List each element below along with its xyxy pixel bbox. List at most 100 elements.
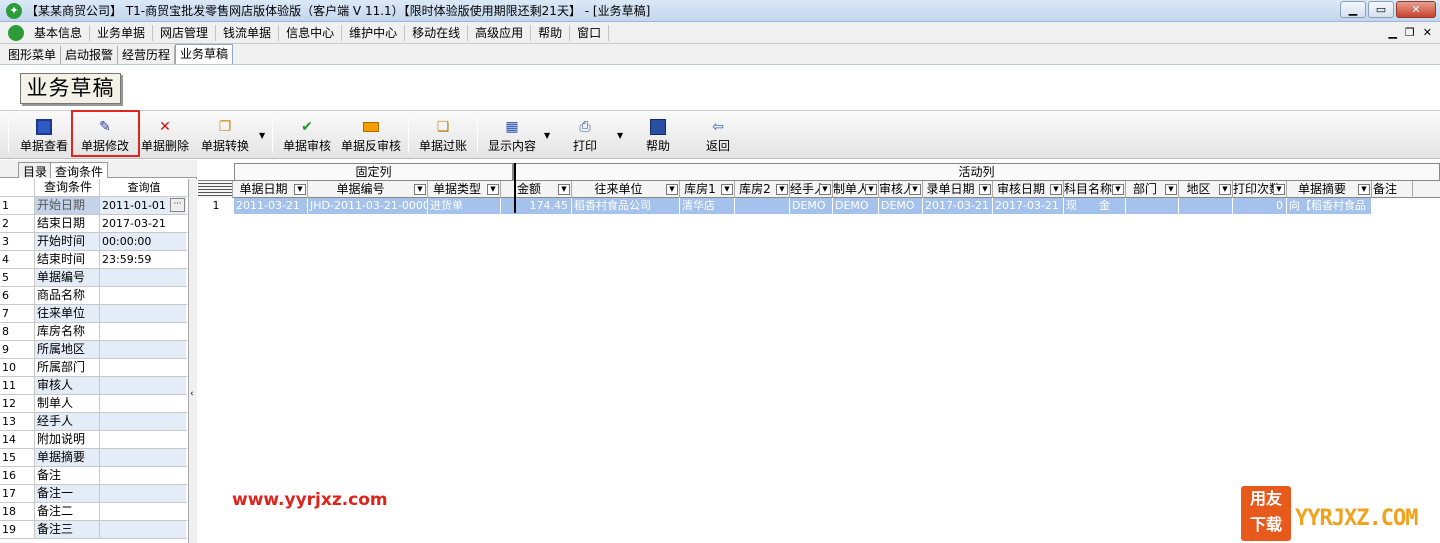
query-value[interactable] (100, 449, 186, 466)
query-row[interactable]: 2 结束日期 2017-03-21 (0, 215, 187, 233)
column-header[interactable]: 部门 ▼ (1126, 181, 1179, 198)
column-filter-icon[interactable]: ▼ (1050, 184, 1062, 195)
query-value[interactable] (100, 467, 186, 484)
maximize-button[interactable]: ▭ (1368, 1, 1394, 18)
column-filter-icon[interactable]: ▼ (1358, 184, 1370, 195)
column-filter-icon[interactable]: ▼ (1273, 184, 1285, 195)
unaudit-doc-button[interactable]: 单据反审核 (339, 115, 403, 157)
query-value[interactable] (100, 377, 186, 394)
table-cell[interactable] (1126, 198, 1179, 214)
query-row[interactable]: 17 备注一 (0, 485, 187, 503)
column-filter-icon[interactable]: ▼ (294, 184, 306, 195)
query-row[interactable]: 6 商品名称 (0, 287, 187, 305)
table-cell[interactable]: 进货单 (428, 198, 501, 214)
table-cell[interactable]: DEMO (879, 198, 923, 214)
menu-advanced[interactable]: 高级应用 (468, 24, 532, 41)
column-filter-icon[interactable]: ▼ (414, 184, 426, 195)
query-value[interactable] (100, 287, 186, 304)
column-header[interactable]: 科目名称 ▼ (1064, 181, 1126, 198)
query-value[interactable] (100, 305, 186, 322)
query-row[interactable]: 18 备注二 (0, 503, 187, 521)
column-filter-icon[interactable]: ▼ (1219, 184, 1231, 195)
collapse-arrow-icon[interactable]: ‹ (190, 389, 194, 399)
query-row[interactable]: 5 单据编号 (0, 269, 187, 287)
table-cell[interactable]: 2017-03-21 (923, 198, 993, 214)
column-header[interactable]: 备注 (1372, 181, 1413, 198)
query-value[interactable]: 00:00:00 (100, 233, 186, 250)
query-row[interactable]: 9 所属地区 (0, 341, 187, 359)
query-value[interactable] (100, 341, 186, 358)
column-filter-icon[interactable]: ▼ (979, 184, 991, 195)
tab-graphic-menu[interactable]: 图形菜单 (4, 46, 62, 64)
ellipsis-button[interactable]: ··· (170, 198, 185, 212)
menu-basic-info[interactable]: 基本信息 (27, 24, 91, 41)
query-value[interactable] (100, 521, 186, 538)
table-cell[interactable]: 0 (1233, 198, 1287, 214)
column-filter-icon[interactable]: ▼ (909, 184, 921, 195)
query-value[interactable]: 23:59:59 (100, 251, 186, 268)
column-header[interactable]: 金额 ▼ (501, 181, 572, 198)
query-row[interactable]: 7 往来单位 (0, 305, 187, 323)
convert-doc-button[interactable]: ❐ 单据转换 (196, 115, 254, 157)
close-button[interactable]: ✕ (1396, 1, 1436, 18)
table-cell[interactable]: JHD-2011-03-21-00001 (308, 198, 428, 214)
tab-query-conditions[interactable]: 查询条件 (50, 162, 109, 179)
column-header[interactable]: 库房2 ▼ (735, 181, 790, 198)
query-row[interactable]: 13 经手人 (0, 413, 187, 431)
query-value[interactable] (100, 485, 186, 502)
menu-window[interactable]: 窗口 (570, 24, 610, 41)
display-content-button[interactable]: ▦ 显示内容 (483, 115, 541, 157)
column-filter-icon[interactable]: ▼ (721, 184, 733, 195)
display-dropdown-icon[interactable]: ▼ (544, 131, 550, 140)
table-cell[interactable] (1179, 198, 1233, 214)
table-cell[interactable]: DEMO (833, 198, 879, 214)
column-header[interactable]: 单据摘要 ▼ (1287, 181, 1372, 198)
column-header[interactable]: 打印次数 ▼ (1233, 181, 1287, 198)
column-filter-icon[interactable]: ▼ (487, 184, 499, 195)
column-header[interactable]: 地区 ▼ (1179, 181, 1233, 198)
query-row[interactable]: 15 单据摘要 (0, 449, 187, 467)
table-cell[interactable]: 174.45 (501, 198, 572, 214)
query-value[interactable] (100, 359, 186, 376)
back-button[interactable]: ⇦ 返回 (700, 115, 736, 157)
menu-help[interactable]: 帮助 (531, 24, 571, 41)
tab-history[interactable]: 经营历程 (118, 46, 176, 64)
menu-online-store[interactable]: 网店管理 (153, 24, 217, 41)
menu-info-center[interactable]: 信息中心 (279, 24, 343, 41)
mdi-minimize-button[interactable]: ▁ (1388, 26, 1396, 39)
query-row[interactable]: 1 开始日期 2011-01-01 ··· (0, 197, 187, 215)
column-header[interactable]: 库房1 ▼ (680, 181, 735, 198)
query-row[interactable]: 4 结束时间 23:59:59 (0, 251, 187, 269)
convert-dropdown-icon[interactable]: ▼ (259, 131, 265, 140)
query-row[interactable]: 16 备注 (0, 467, 187, 485)
column-filter-icon[interactable]: ▼ (666, 184, 678, 195)
query-row[interactable]: 14 附加说明 (0, 431, 187, 449)
print-dropdown-icon[interactable]: ▼ (617, 131, 623, 140)
row-selector-header[interactable] (198, 181, 233, 198)
tab-directory[interactable]: 目录 (18, 162, 53, 179)
help-button[interactable]: 帮助 (640, 115, 676, 157)
tab-startup-alert[interactable]: 启动报警 (61, 46, 119, 64)
post-doc-button[interactable]: ❏ 单据过账 (414, 115, 472, 157)
table-cell[interactable]: 2017-03-21 (993, 198, 1064, 214)
column-filter-icon[interactable]: ▼ (819, 184, 831, 195)
table-cell[interactable]: 2011-03-21 (234, 198, 308, 214)
table-cell[interactable] (735, 198, 790, 214)
minimize-button[interactable]: ▁ (1340, 1, 1366, 18)
column-header[interactable]: 单据类型 ▼ (428, 181, 501, 198)
view-doc-button[interactable]: 单据查看 (14, 115, 74, 157)
menu-business-docs[interactable]: 业务单据 (90, 24, 154, 41)
delete-doc-button[interactable]: ✕ 单据删除 (138, 115, 192, 157)
column-filter-icon[interactable]: ▼ (865, 184, 877, 195)
query-row[interactable]: 3 开始时间 00:00:00 (0, 233, 187, 251)
query-row[interactable]: 8 库房名称 (0, 323, 187, 341)
audit-doc-button[interactable]: ✔ 单据审核 (278, 115, 336, 157)
row-number[interactable]: 1 (198, 198, 233, 214)
query-value[interactable] (100, 413, 186, 430)
menu-cash-docs[interactable]: 钱流单据 (216, 24, 280, 41)
column-filter-icon[interactable]: ▼ (1165, 184, 1177, 195)
column-header[interactable]: 制单人 ▼ (833, 181, 879, 198)
query-row[interactable]: 19 备注三 (0, 521, 187, 539)
print-button[interactable]: ⎙ 打印 (565, 115, 605, 157)
column-header[interactable]: 经手人 ▼ (790, 181, 833, 198)
